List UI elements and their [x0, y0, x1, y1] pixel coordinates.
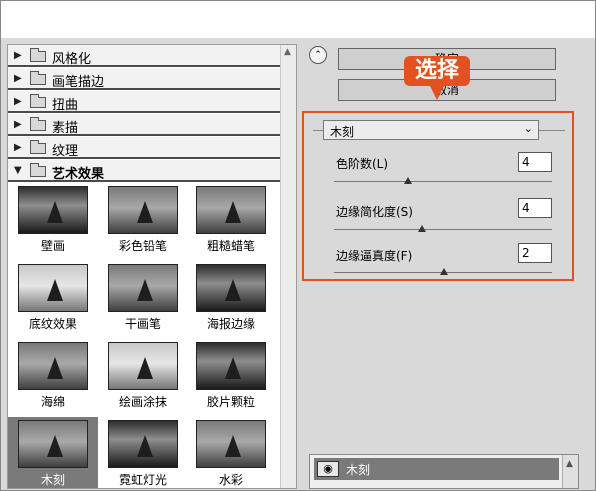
effect-layer-label: 木刻 — [346, 463, 371, 477]
folder-open-icon — [30, 163, 46, 177]
thumbnail-label: 霓虹灯光 — [118, 473, 167, 487]
annotation-callout: 选择 — [404, 56, 470, 100]
thumbnail-fresco[interactable]: 壁画 — [12, 186, 94, 254]
param-label-edge-fidelity: 边缘逼真度(F) — [336, 249, 413, 263]
edge-fidelity-slider-knob[interactable] — [440, 268, 448, 275]
thumbnail-label: 木刻 — [40, 473, 65, 487]
category-artistic[interactable]: ▼ 艺术效果 — [8, 160, 280, 182]
thumbnail-watercolor[interactable]: 水彩 — [190, 420, 272, 488]
thumbnail-poster-edges[interactable]: 海报边缘 — [190, 264, 272, 332]
thumbnail-label: 干画笔 — [124, 317, 161, 331]
divider — [313, 130, 323, 131]
scroll-up-icon[interactable]: ▲ — [566, 459, 573, 469]
category-label: 素描 — [52, 121, 79, 136]
category-brush-strokes[interactable]: ▶ 画笔描边 — [8, 68, 280, 90]
thumbnail-dry-brush[interactable]: 干画笔 — [102, 264, 184, 332]
folder-icon — [30, 71, 46, 85]
thumbnail-sponge[interactable]: 海绵 — [12, 342, 94, 410]
levels-input[interactable]: 4 — [518, 152, 552, 172]
divider — [539, 130, 565, 131]
eye-icon[interactable]: ◉ — [317, 461, 339, 477]
thumbnail-label: 胶片颗粒 — [206, 395, 255, 409]
layer-scrollbar[interactable]: ▲ — [562, 455, 578, 488]
thumbnail-label: 彩色铅笔 — [118, 239, 167, 253]
thumbnail-image — [196, 186, 266, 234]
thumbnail-underpainting[interactable]: 底纹效果 — [12, 264, 94, 332]
triangle-right-icon[interactable]: ▶ — [14, 142, 22, 153]
triangle-right-icon[interactable]: ▶ — [14, 119, 22, 130]
folder-icon — [30, 140, 46, 154]
thumbnail-cutout[interactable]: 木刻 — [8, 417, 98, 488]
filter-select[interactable]: 木刻 ⌄ — [323, 120, 539, 140]
thumbnail-image — [108, 264, 178, 312]
triangle-right-icon[interactable]: ▶ — [14, 50, 22, 61]
triangle-right-icon[interactable]: ▶ — [14, 96, 22, 107]
thumbnail-image — [18, 186, 88, 234]
thumbnail-paint-daubs[interactable]: 绘画涂抹 — [102, 342, 184, 410]
category-label: 画笔描边 — [52, 75, 105, 90]
tree-scrollbar[interactable]: ▲ — [280, 45, 296, 488]
thumbnail-image — [196, 420, 266, 468]
triangle-down-icon[interactable]: ▼ — [14, 165, 22, 176]
scroll-up-icon[interactable]: ▲ — [284, 47, 291, 57]
thumbnail-image — [196, 264, 266, 312]
category-stylize[interactable]: ▶ 风格化 — [8, 45, 280, 67]
edge-fidelity-input[interactable]: 2 — [518, 243, 552, 263]
preview-area — [1, 1, 595, 38]
thumbnail-image — [18, 342, 88, 390]
thumbnail-label: 水彩 — [218, 473, 243, 487]
thumbnail-label: 底纹效果 — [28, 317, 77, 331]
effect-layer-list: ◉ 木刻 ▲ — [309, 454, 579, 489]
edge-simplicity-slider-knob[interactable] — [418, 225, 426, 232]
category-label: 风格化 — [52, 52, 92, 67]
edge-simplicity-slider-track[interactable] — [334, 229, 552, 230]
thumbnail-neon-glow[interactable]: 霓虹灯光 — [102, 420, 184, 488]
folder-icon — [30, 94, 46, 108]
filter-select-value: 木刻 — [330, 125, 355, 139]
folder-icon — [30, 117, 46, 131]
thumbnail-label: 壁画 — [40, 239, 65, 253]
category-label: 扭曲 — [52, 98, 79, 113]
param-label-levels: 色阶数(L) — [336, 157, 389, 171]
thumbnail-image — [108, 186, 178, 234]
category-distort[interactable]: ▶ 扭曲 — [8, 91, 280, 113]
thumbnail-image — [18, 420, 88, 468]
thumbnail-label: 绘画涂抹 — [118, 395, 167, 409]
thumbnail-colored-pencil[interactable]: 彩色铅笔 — [102, 186, 184, 254]
category-label: 纹理 — [52, 144, 79, 159]
effect-layer-row[interactable]: ◉ 木刻 — [314, 458, 559, 480]
thumbnail-rough-pastels[interactable]: 粗糙蜡笔 — [190, 186, 272, 254]
thumbnail-label: 海绵 — [40, 395, 65, 409]
edge-simplicity-input[interactable]: 4 — [518, 198, 552, 218]
thumbnail-image — [18, 264, 88, 312]
thumbnail-label: 粗糙蜡笔 — [206, 239, 255, 253]
double-chevron-up-icon[interactable]: ⌃ — [309, 46, 327, 64]
thumbnail-film-grain[interactable]: 胶片颗粒 — [190, 342, 272, 410]
category-label: 艺术效果 — [52, 167, 105, 182]
category-texture[interactable]: ▶ 纹理 — [8, 137, 280, 159]
category-sketch[interactable]: ▶ 素描 — [8, 114, 280, 136]
thumbnail-image — [108, 420, 178, 468]
filter-category-tree: ▶ 风格化 ▶ 画笔描边 ▶ 扭曲 ▶ 素描 ▶ 纹理 ▼ 艺术效果 壁画 彩色… — [7, 44, 297, 489]
chevron-down-icon[interactable]: ⌄ — [524, 122, 533, 135]
triangle-right-icon[interactable]: ▶ — [14, 73, 22, 84]
param-label-edge-simplicity: 边缘简化度(S) — [336, 205, 413, 219]
folder-icon — [30, 48, 46, 62]
levels-slider-track[interactable] — [334, 181, 552, 182]
thumbnail-image — [108, 342, 178, 390]
thumbnail-label: 海报边缘 — [206, 317, 255, 331]
levels-slider-knob[interactable] — [404, 177, 412, 184]
thumbnail-image — [196, 342, 266, 390]
